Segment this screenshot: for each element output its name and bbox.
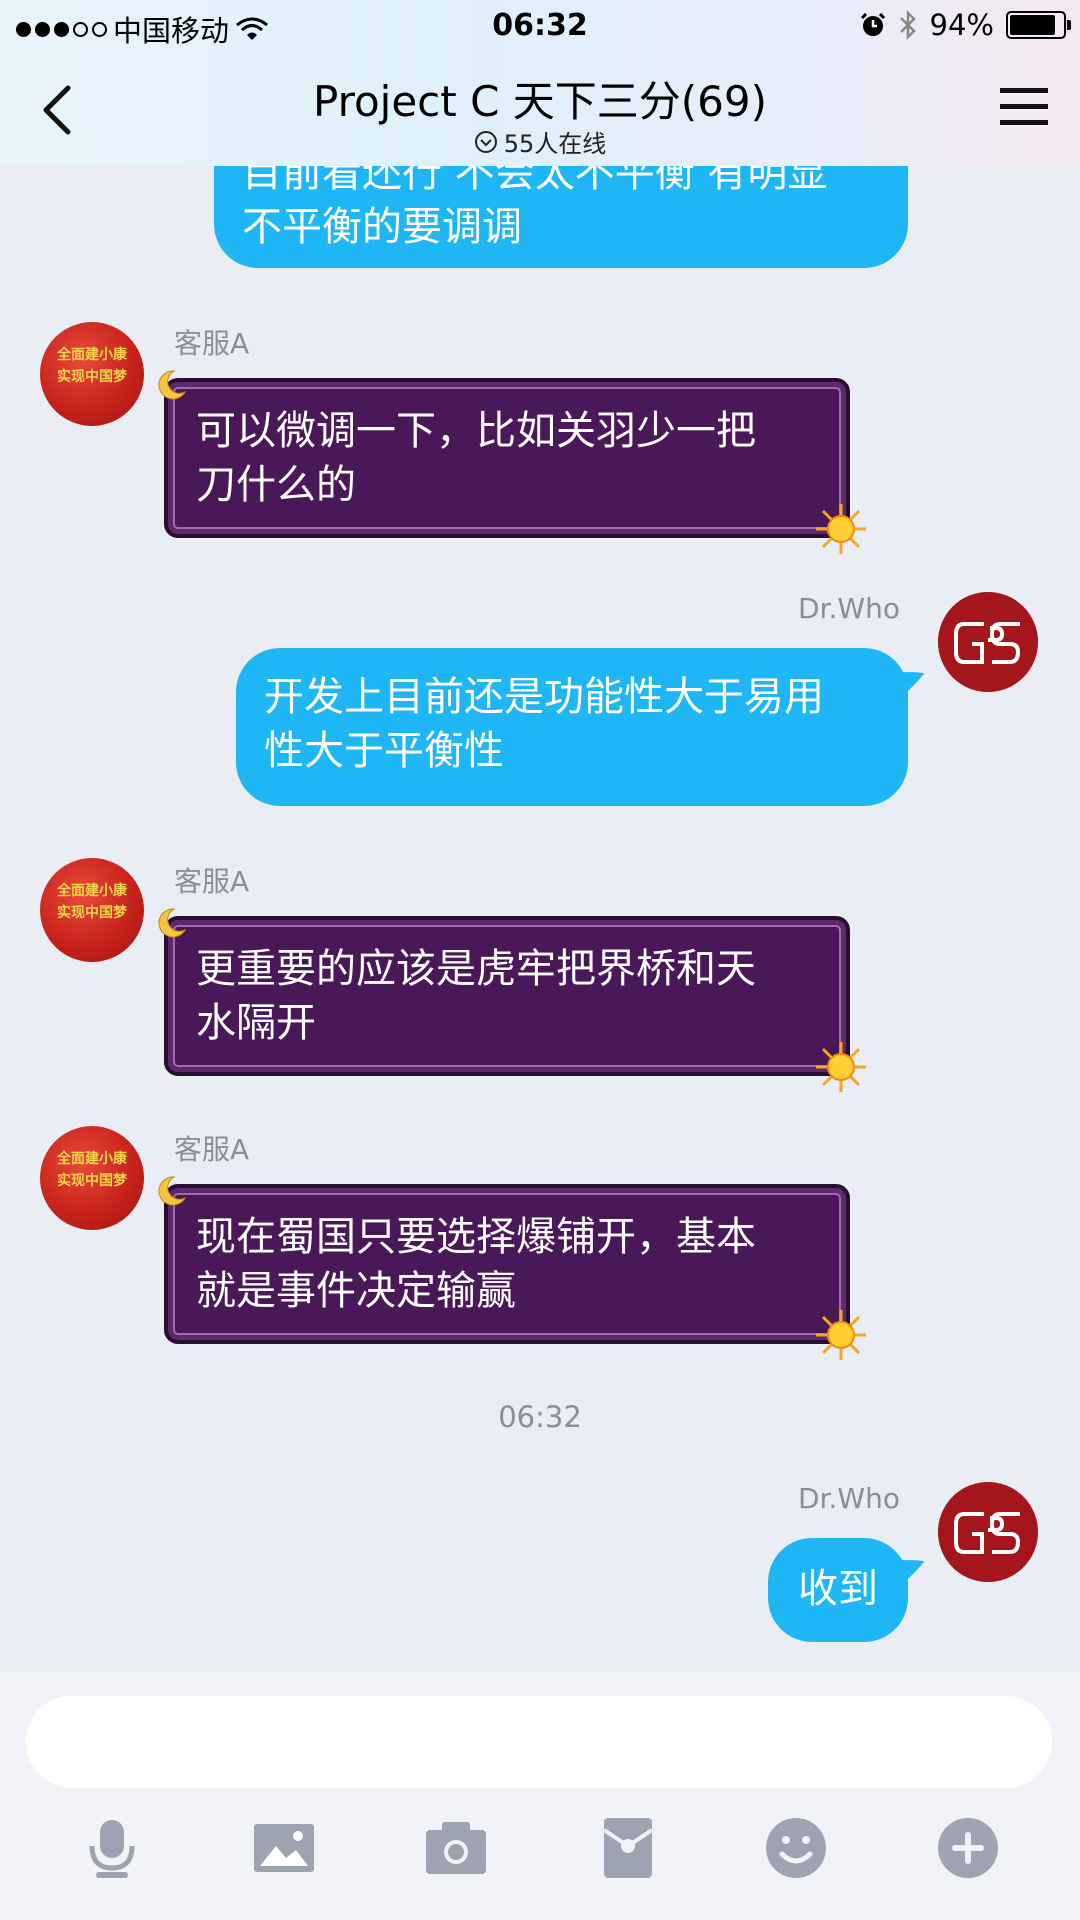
message-text-line: 收到 [798,1566,878,1612]
online-count[interactable]: 55人在线 [0,124,1080,159]
gs-logo-icon [938,1482,1038,1582]
alarm-icon [860,12,885,36]
image-icon[interactable] [252,1816,316,1880]
avatar-caption: 全面建小康 实现中国梦 [57,883,127,921]
avatar-caption: 全面建小康 实现中国梦 [57,347,127,385]
chat-header: Project C 天下三分(69) 55人在线 [0,54,1080,166]
sun-icon [816,1042,866,1092]
message-text-line: 性大于平衡性 [264,728,504,774]
message-text-line: 可以微调一下，比如关羽少一把 [196,408,756,454]
message-text-line: 开发上目前还是功能性大于易用 [264,674,824,720]
message-bubble-incoming[interactable]: 可以微调一下，比如关羽少一把 刀什么的 [164,378,850,538]
emoji-icon[interactable] [764,1816,828,1880]
status-right: 94% [860,8,1071,42]
message-text-line: 不平衡的要调调 [242,204,522,250]
battery-percent: 94% [929,8,994,42]
sender-name: 客服A [174,865,250,898]
avatar-drwho[interactable] [938,592,1038,692]
message-text-line: 现在蜀国只要选择爆铺开，基本 [196,1214,756,1260]
message-bubble-outgoing[interactable]: 开发上目前还是功能性大于易用 性大于平衡性 [236,648,908,806]
avatar-kefu-a[interactable]: 全面建小康 实现中国梦 [40,858,144,962]
microphone-icon[interactable] [80,1816,144,1880]
hamburger-menu-icon[interactable] [1000,86,1048,128]
message-bubble-incoming[interactable]: 更重要的应该是虎牢把界桥和天 水隔开 [164,916,850,1076]
sender-name: Dr.Who [798,592,900,625]
message-input[interactable] [26,1696,1052,1788]
avatar-kefu-a[interactable]: 全面建小康 实现中国梦 [40,1126,144,1230]
avatar-caption: 全面建小康 实现中国梦 [57,1151,127,1189]
status-bar: 中国移动 06:32 94% [0,0,1080,54]
chevron-down-circle-icon [474,130,497,153]
message-timestamp: 06:32 [498,1400,582,1434]
message-text-line: 刀什么的 [196,462,356,508]
avatar-drwho[interactable] [938,1482,1038,1582]
input-area [0,1672,1080,1920]
bubble-tail [898,672,925,700]
gs-logo-icon [938,592,1038,692]
online-count-label: 55人在线 [503,130,607,158]
sun-icon [816,1310,866,1360]
message-text-line: 就是事件决定输赢 [196,1268,516,1314]
message-bubble-incoming[interactable]: 现在蜀国只要选择爆铺开，基本 就是事件决定输赢 [164,1184,850,1344]
bluetooth-icon [899,9,916,41]
avatar-kefu-a[interactable]: 全面建小康 实现中国梦 [40,322,144,426]
chat-area[interactable]: 目前看还行 不会太不平衡 有明显 不平衡的要调调 全面建小康 实现中国梦 客服A… [0,0,1080,1672]
red-packet-icon[interactable] [596,1816,660,1880]
moon-icon [158,370,187,400]
sun-icon [816,504,866,554]
message-text-line: 更重要的应该是虎牢把界桥和天 [196,946,756,992]
moon-icon [158,908,187,938]
group-title[interactable]: Project C 天下三分(69) [0,68,1080,129]
moon-icon [158,1176,187,1206]
sender-name: 客服A [174,327,250,360]
camera-icon[interactable] [424,1816,488,1880]
sender-name: Dr.Who [798,1482,900,1515]
plus-icon[interactable] [936,1816,1000,1880]
bubble-tail [898,1560,925,1588]
sender-name: 客服A [174,1133,250,1166]
battery-icon [1006,11,1071,39]
message-bubble-outgoing[interactable]: 收到 [768,1538,908,1642]
message-text-line: 水隔开 [196,1000,316,1046]
top-bar: 中国移动 06:32 94% Project C 天下三分(69) 55人在线 [0,0,1080,166]
